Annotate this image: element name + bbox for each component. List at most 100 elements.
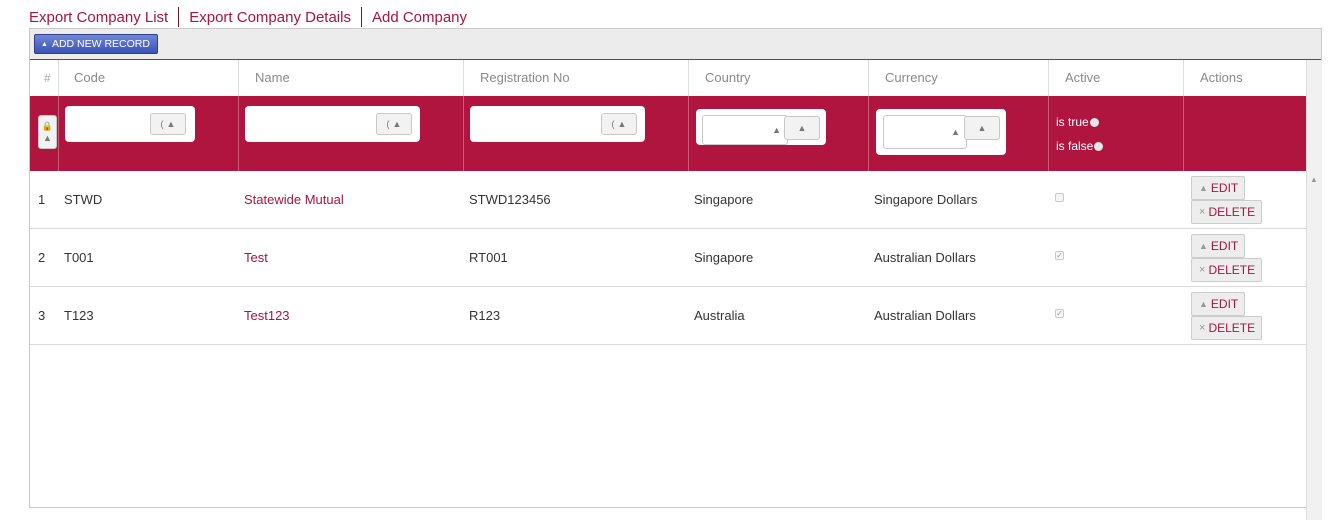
registration-cell: R123 — [469, 308, 501, 323]
edit-button[interactable]: ▲ EDIT — [1191, 234, 1246, 258]
triangle-up-icon: ▲ — [1199, 241, 1208, 251]
column-divider — [1048, 96, 1049, 171]
column-header-row: # Code Name Registration No Country Curr… — [30, 60, 1321, 96]
column-header-currency[interactable]: Currency — [885, 60, 938, 96]
triangle-up-icon: ▲ — [951, 127, 960, 137]
code-filter-input[interactable] — [73, 114, 143, 134]
country-filter-dropdown[interactable]: ▲ — [702, 115, 788, 145]
column-header-actions: Actions — [1200, 70, 1243, 85]
link-separator — [178, 7, 180, 27]
is-false-label: is false — [1056, 139, 1094, 153]
export-company-list-link[interactable]: Export Company List — [29, 9, 168, 26]
is-true-label: is true — [1056, 115, 1089, 129]
currency-cell: Australian Dollars — [874, 250, 976, 265]
company-grid: ▲ ADD NEW RECORD # Code Name Registratio… — [29, 28, 1322, 520]
code-filter-operator-button[interactable]: (▲ — [150, 113, 186, 135]
registration-cell: STWD123456 — [469, 192, 551, 207]
triangle-up-icon: ▲ — [1199, 183, 1208, 193]
registration-filter-input[interactable] — [478, 114, 588, 134]
column-divider — [238, 96, 239, 171]
country-filter-operator-button[interactable]: ▲ — [784, 116, 820, 140]
registration-filter-operator-button[interactable]: (▲ — [601, 113, 637, 135]
column-header-registration[interactable]: Registration No — [480, 60, 570, 96]
name-filter-box: (▲ — [245, 106, 420, 142]
triangle-up-icon: ▲ — [1199, 299, 1208, 309]
filter-row: 🔒 ▲ (▲ (▲ (▲ ▲ ▲ ▲ ▲ is true is false — [30, 96, 1306, 171]
country-filter-box: ▲ ▲ — [696, 109, 826, 145]
column-divider — [463, 60, 464, 96]
row-number: 2 — [38, 250, 46, 265]
registration-cell: RT001 — [469, 250, 508, 265]
link-separator — [360, 7, 362, 27]
active-checkbox-checked: ✓ — [1055, 309, 1064, 318]
column-header-name[interactable]: Name — [255, 60, 290, 96]
delete-button[interactable]: × DELETE — [1191, 200, 1263, 224]
triangle-up-icon: ▲ — [41, 40, 48, 48]
column-divider — [688, 96, 689, 171]
column-divider — [1183, 96, 1184, 171]
active-filter-true[interactable]: is true — [1056, 115, 1099, 129]
currency-filter-dropdown[interactable]: ▲ — [883, 115, 967, 149]
column-divider — [463, 96, 464, 171]
currency-filter-operator-button[interactable]: ▲ — [964, 116, 1000, 140]
column-header-active[interactable]: Active — [1065, 60, 1100, 96]
table-row[interactable]: 2 T001 Test RT001 Singapore Australian D… — [30, 229, 1306, 287]
currency-cell: Singapore Dollars — [874, 192, 978, 207]
edit-label: EDIT — [1210, 181, 1239, 195]
close-icon: × — [1199, 322, 1206, 334]
column-divider — [238, 60, 239, 96]
column-header-country[interactable]: Country — [705, 60, 751, 96]
close-icon: × — [1199, 206, 1206, 218]
active-checkbox — [1055, 193, 1064, 202]
delete-label: DELETE — [1208, 205, 1256, 219]
table-row[interactable]: 1 STWD Statewide Mutual STWD123456 Singa… — [30, 171, 1306, 229]
code-cell: STWD — [64, 192, 103, 207]
column-header-number[interactable]: # — [44, 60, 51, 96]
code-cell: T001 — [64, 250, 94, 265]
delete-button[interactable]: × DELETE — [1191, 316, 1263, 340]
country-cell: Australia — [694, 308, 745, 323]
close-icon: × — [1199, 264, 1206, 276]
active-filter-false[interactable]: is false — [1056, 139, 1104, 153]
triangle-up-icon: ▲ — [772, 125, 781, 135]
delete-button[interactable]: × DELETE — [1191, 258, 1263, 282]
triangle-up-icon: ▲ — [43, 133, 52, 143]
is-false-radio[interactable] — [1094, 141, 1104, 151]
column-divider — [1048, 60, 1049, 96]
delete-label: DELETE — [1208, 263, 1256, 277]
company-name-link[interactable]: Test123 — [244, 287, 290, 344]
registration-filter-box: (▲ — [470, 106, 645, 142]
export-company-details-link[interactable]: Export Company Details — [189, 9, 351, 26]
row-number: 1 — [38, 192, 46, 207]
grid-toolbar: ▲ ADD NEW RECORD — [30, 29, 1321, 60]
company-name-link[interactable]: Statewide Mutual — [244, 171, 344, 228]
country-cell: Singapore — [694, 192, 754, 207]
lock-icon: 🔒 — [41, 121, 54, 131]
lock-filter-button[interactable]: 🔒 ▲ — [38, 115, 57, 149]
table-row[interactable]: 3 T123 Test123 R123 Australia Australian… — [30, 287, 1306, 345]
delete-label: DELETE — [1208, 321, 1256, 335]
column-divider — [58, 60, 59, 96]
edit-button[interactable]: ▲ EDIT — [1191, 176, 1246, 200]
edit-label: EDIT — [1210, 239, 1239, 253]
vertical-scrollbar[interactable] — [1306, 60, 1322, 520]
name-filter-operator-button[interactable]: (▲ — [376, 113, 412, 135]
export-links-bar: Export Company List Export Company Detai… — [29, 7, 467, 27]
add-new-record-button[interactable]: ▲ ADD NEW RECORD — [34, 34, 158, 54]
column-header-code[interactable]: Code — [74, 60, 105, 96]
column-divider — [688, 60, 689, 96]
country-cell: Singapore — [694, 250, 754, 265]
is-true-radio[interactable] — [1089, 117, 1099, 127]
edit-label: EDIT — [1210, 297, 1239, 311]
column-divider — [58, 96, 59, 171]
code-cell: T123 — [64, 308, 94, 323]
scroll-up-arrow-icon[interactable]: ▲ — [1306, 172, 1322, 188]
edit-button[interactable]: ▲ EDIT — [1191, 292, 1246, 316]
add-new-record-label: ADD NEW RECORD — [51, 38, 150, 50]
company-name-link[interactable]: Test — [244, 229, 268, 286]
active-checkbox-checked: ✓ — [1055, 251, 1064, 260]
column-divider — [868, 60, 869, 96]
row-number: 3 — [38, 308, 46, 323]
add-company-link[interactable]: Add Company — [372, 9, 467, 26]
name-filter-input[interactable] — [253, 114, 363, 134]
